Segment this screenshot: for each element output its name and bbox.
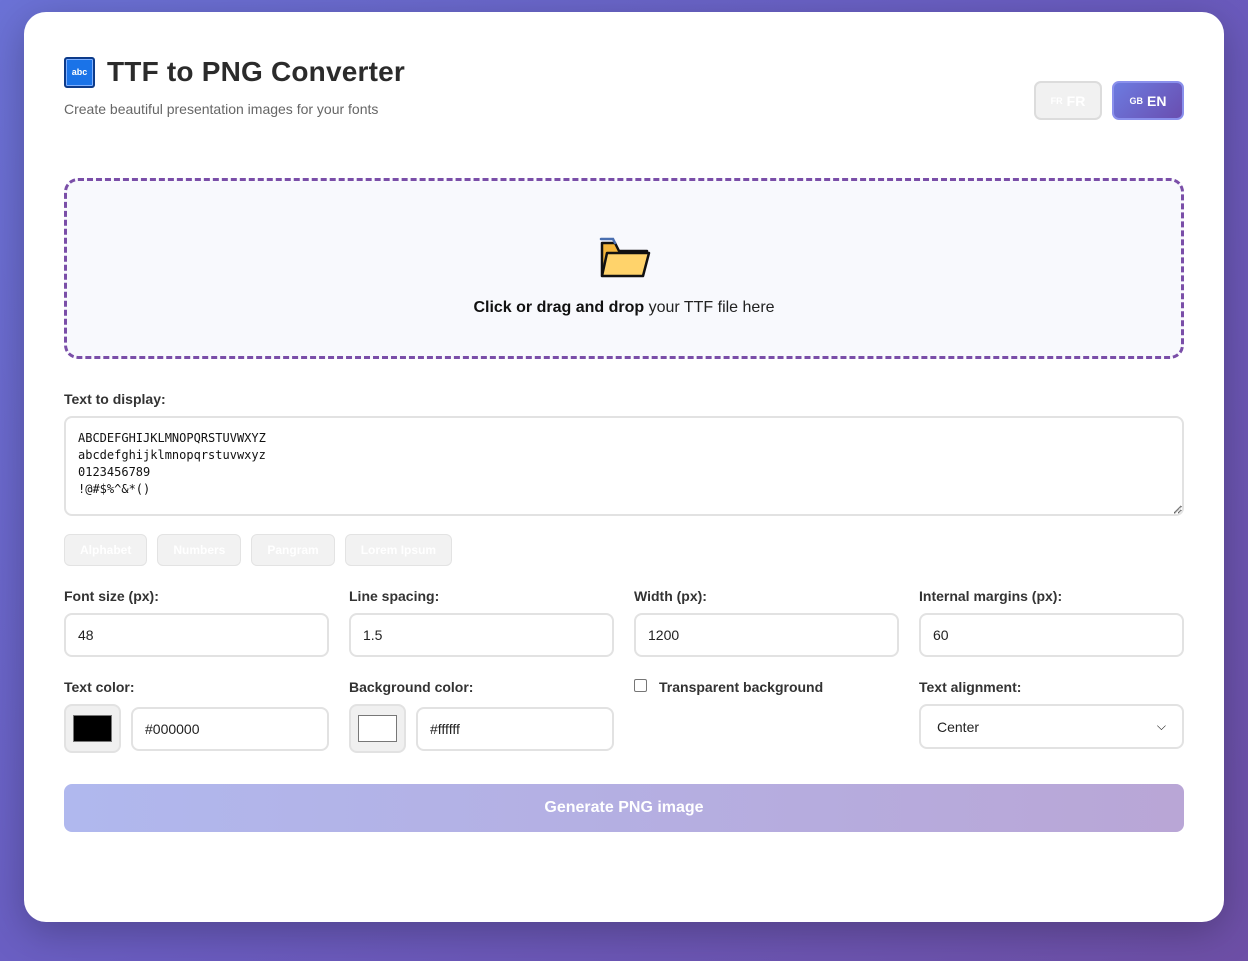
- language-button-fr[interactable]: FR FR: [1034, 81, 1102, 120]
- text-display-label: Text to display:: [64, 391, 166, 407]
- alignment-value: Center: [937, 718, 980, 735]
- text-color-input[interactable]: #000000: [131, 707, 329, 751]
- textarea-resize-handle[interactable]: [1174, 506, 1182, 514]
- line-spacing-input[interactable]: 1.5: [349, 613, 614, 657]
- converter-card: abc TTF to PNG Converter Create beautifu…: [24, 12, 1224, 922]
- dropzone-text-bold: Click or drag and drop: [473, 299, 645, 316]
- text-color-swatch: [73, 715, 112, 742]
- preset-pangram-button[interactable]: Pangram: [251, 534, 335, 566]
- bg-color-picker[interactable]: [349, 704, 406, 753]
- title-row: abc TTF to PNG Converter: [64, 56, 405, 88]
- preset-lorem-ipsum-button[interactable]: Lorem Ipsum: [344, 534, 453, 566]
- margins-input[interactable]: 60: [919, 613, 1184, 657]
- language-label-fr: FR: [1066, 92, 1086, 109]
- line-spacing-label: Line spacing:: [349, 588, 440, 604]
- width-label: Width (px):: [634, 588, 707, 604]
- text-color-picker[interactable]: [64, 704, 121, 753]
- text-color-label: Text color:: [64, 679, 135, 695]
- dropzone-text-rest: your TTF file here: [644, 299, 775, 316]
- preset-buttons: Alphabet Numbers Pangram Lorem Ipsum: [64, 534, 453, 566]
- font-logo-icon: abc: [64, 56, 95, 88]
- header: abc TTF to PNG Converter Create beautifu…: [64, 12, 1184, 162]
- page-subtitle: Create beautiful presentation images for…: [64, 101, 379, 117]
- file-dropzone[interactable]: Click or drag and drop your TTF file her…: [64, 178, 1184, 359]
- chevron-down-icon: ⌵: [1156, 719, 1166, 733]
- margins-label: Internal margins (px):: [919, 588, 1063, 604]
- transparent-bg-checkbox[interactable]: [634, 679, 647, 692]
- bg-color-input[interactable]: #ffffff: [416, 707, 614, 751]
- width-input[interactable]: 1200: [634, 613, 899, 657]
- generate-png-button[interactable]: Generate PNG image: [64, 784, 1184, 832]
- flag-fr-icon: FR: [1050, 95, 1063, 106]
- bg-color-label: Background color:: [349, 679, 474, 695]
- bg-color-swatch: [358, 715, 397, 742]
- font-size-label: Font size (px):: [64, 588, 159, 604]
- alignment-label: Text alignment:: [919, 679, 1022, 695]
- logo-text: abc: [71, 67, 88, 77]
- font-size-input[interactable]: 48: [64, 613, 329, 657]
- page-title: TTF to PNG Converter: [107, 56, 406, 87]
- alignment-select[interactable]: Center ⌵: [919, 704, 1184, 749]
- flag-gb-icon: GB: [1129, 95, 1144, 106]
- preset-alphabet-button[interactable]: Alphabet: [64, 534, 148, 566]
- transparent-bg-label[interactable]: Transparent background: [659, 679, 823, 695]
- language-label-en: EN: [1147, 92, 1167, 109]
- text-display-textarea[interactable]: ABCDEFGHIJKLMNOPQRSTUVWXYZ abcdefghijklm…: [64, 416, 1184, 516]
- language-button-en[interactable]: GB EN: [1112, 81, 1184, 120]
- folder-icon: [599, 237, 651, 278]
- language-switcher: FR FR GB EN: [1034, 81, 1184, 120]
- preset-numbers-button[interactable]: Numbers: [157, 534, 242, 566]
- dropzone-text: Click or drag and drop your TTF file her…: [67, 299, 1181, 317]
